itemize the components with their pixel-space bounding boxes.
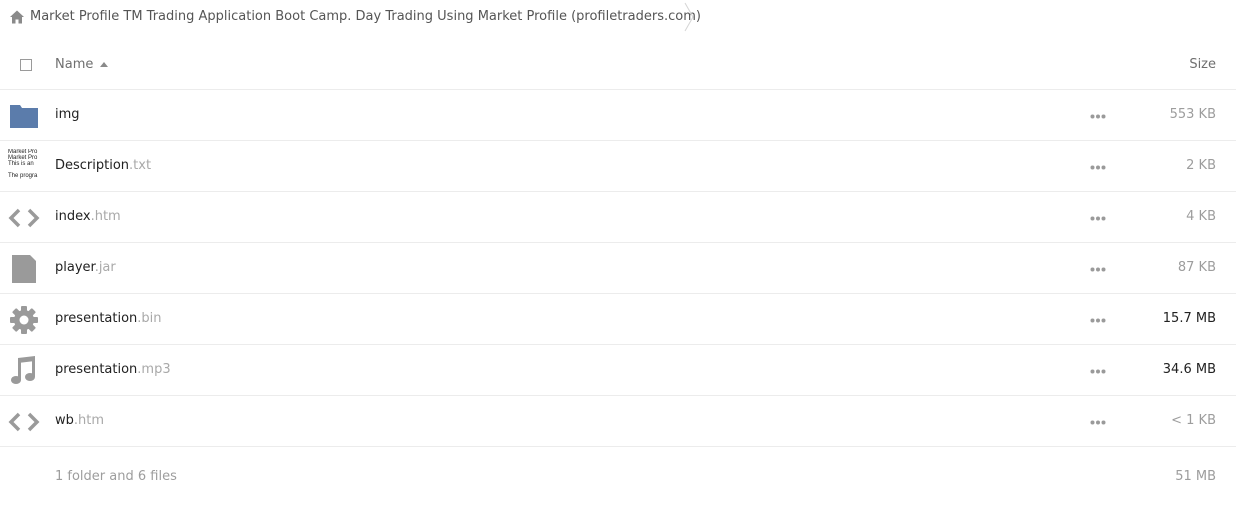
music-note-icon — [11, 356, 35, 384]
file-list: img 553 KB Market Pro Market Pro This is… — [0, 90, 1236, 447]
more-options-icon[interactable] — [1090, 369, 1106, 374]
file-row-index[interactable]: index.htm 4 KB — [0, 192, 1236, 243]
file-name[interactable]: index.htm — [55, 209, 121, 224]
file-name[interactable]: Description.txt — [55, 158, 151, 173]
more-options-icon[interactable] — [1090, 165, 1106, 170]
gear-icon — [10, 306, 38, 334]
file-size: 87 KB — [1177, 260, 1216, 275]
file-name[interactable]: player.jar — [55, 260, 116, 275]
file-name[interactable]: img — [55, 107, 80, 122]
file-row-player[interactable]: player.jar 87 KB — [0, 243, 1236, 294]
file-name[interactable]: presentation.mp3 — [55, 362, 171, 377]
file-size: 4 KB — [1186, 209, 1216, 224]
file-name[interactable]: presentation.bin — [55, 311, 162, 326]
file-size: 34.6 MB — [1162, 362, 1216, 377]
file-size: 553 KB — [1169, 107, 1216, 122]
more-options-icon[interactable] — [1090, 267, 1106, 272]
home-icon[interactable] — [9, 9, 25, 25]
name-column-header[interactable]: Name — [55, 57, 93, 72]
more-options-icon[interactable] — [1090, 420, 1106, 425]
file-row-presentation-bin[interactable]: presentation.bin 15.7 MB — [0, 294, 1236, 345]
file-list-summary: 1 folder and 6 files 51 MB — [0, 452, 1236, 502]
select-all-checkbox[interactable] — [20, 59, 32, 71]
file-row-img[interactable]: img 553 KB — [0, 90, 1236, 141]
more-options-icon[interactable] — [1090, 318, 1106, 323]
file-size: 15.7 MB — [1162, 311, 1216, 326]
item-count-summary: 1 folder and 6 files — [55, 469, 177, 484]
chevron-right-icon — [684, 2, 694, 32]
file-list-header: Name Size — [0, 40, 1236, 90]
code-icon — [8, 412, 40, 432]
size-column-header[interactable]: Size — [1189, 57, 1216, 72]
more-options-icon[interactable] — [1090, 216, 1106, 221]
file-row-description[interactable]: Market Pro Market Pro This is an The pro… — [0, 141, 1236, 192]
file-row-presentation-mp3[interactable]: presentation.mp3 34.6 MB — [0, 345, 1236, 396]
file-row-wb[interactable]: wb.htm < 1 KB — [0, 396, 1236, 447]
folder-icon — [10, 105, 38, 128]
more-options-icon[interactable] — [1090, 114, 1106, 119]
breadcrumb-current-folder[interactable]: Market Profile TM Trading Application Bo… — [30, 9, 701, 24]
file-size: < 1 KB — [1171, 413, 1216, 428]
total-size: 51 MB — [1175, 469, 1216, 484]
text-file-thumbnail: Market Pro Market Pro This is an The pro… — [8, 149, 38, 179]
file-icon — [12, 255, 36, 283]
file-name[interactable]: wb.htm — [55, 413, 104, 428]
code-icon — [8, 208, 40, 228]
sort-ascending-icon[interactable] — [100, 62, 108, 68]
file-size: 2 KB — [1186, 158, 1216, 173]
